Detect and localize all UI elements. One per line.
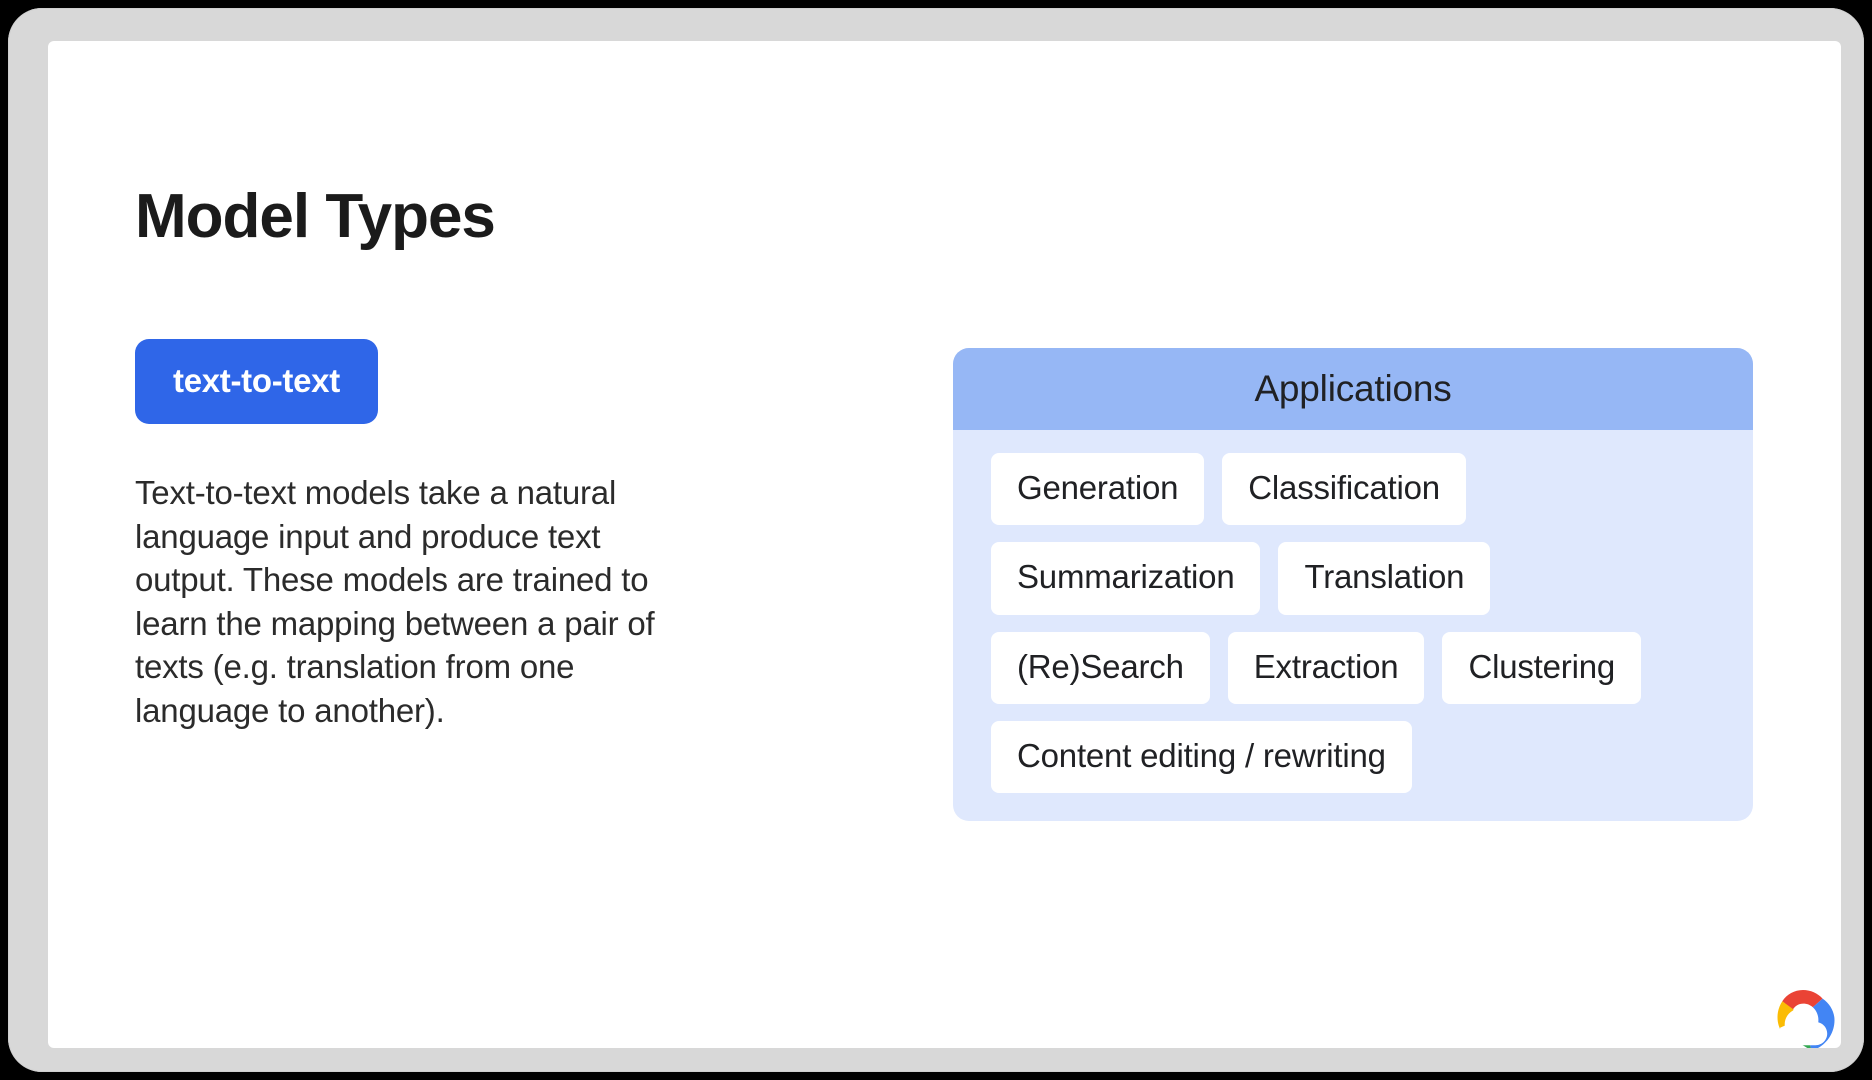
applications-panel-header: Applications (953, 348, 1753, 430)
application-chip[interactable]: Translation (1278, 542, 1491, 615)
applications-panel: Applications Generation Classification S… (953, 348, 1753, 822)
chip-row: Generation Classification (953, 453, 1753, 526)
model-type-badge[interactable]: text-to-text (135, 339, 378, 424)
model-type-column: text-to-text Text-to-text models take a … (135, 339, 735, 765)
application-chip[interactable]: Extraction (1227, 631, 1425, 704)
application-chip[interactable]: Summarization (991, 542, 1261, 615)
applications-chip-list: Generation Classification Summarization … (953, 430, 1753, 821)
chip-row: Summarization Translation (953, 542, 1753, 615)
application-chip[interactable]: Content editing / rewriting (991, 720, 1412, 794)
model-type-description: Text-to-text models take a natural langu… (135, 474, 655, 729)
slide-canvas: Model Types text-to-text Text-to-text mo… (48, 41, 1841, 1048)
application-chip[interactable]: Generation (991, 453, 1205, 526)
google-cloud-logo-icon (1765, 988, 1841, 1048)
application-chip[interactable]: Clustering (1442, 631, 1642, 704)
chip-row: Content editing / rewriting (953, 720, 1753, 794)
application-chip[interactable]: (Re)Search (991, 631, 1210, 704)
application-chip[interactable]: Classification (1222, 453, 1466, 526)
page-title: Model Types (135, 181, 496, 251)
slide-frame: Model Types text-to-text Text-to-text mo… (8, 8, 1864, 1072)
chip-row: (Re)Search Extraction Clustering (953, 631, 1753, 704)
